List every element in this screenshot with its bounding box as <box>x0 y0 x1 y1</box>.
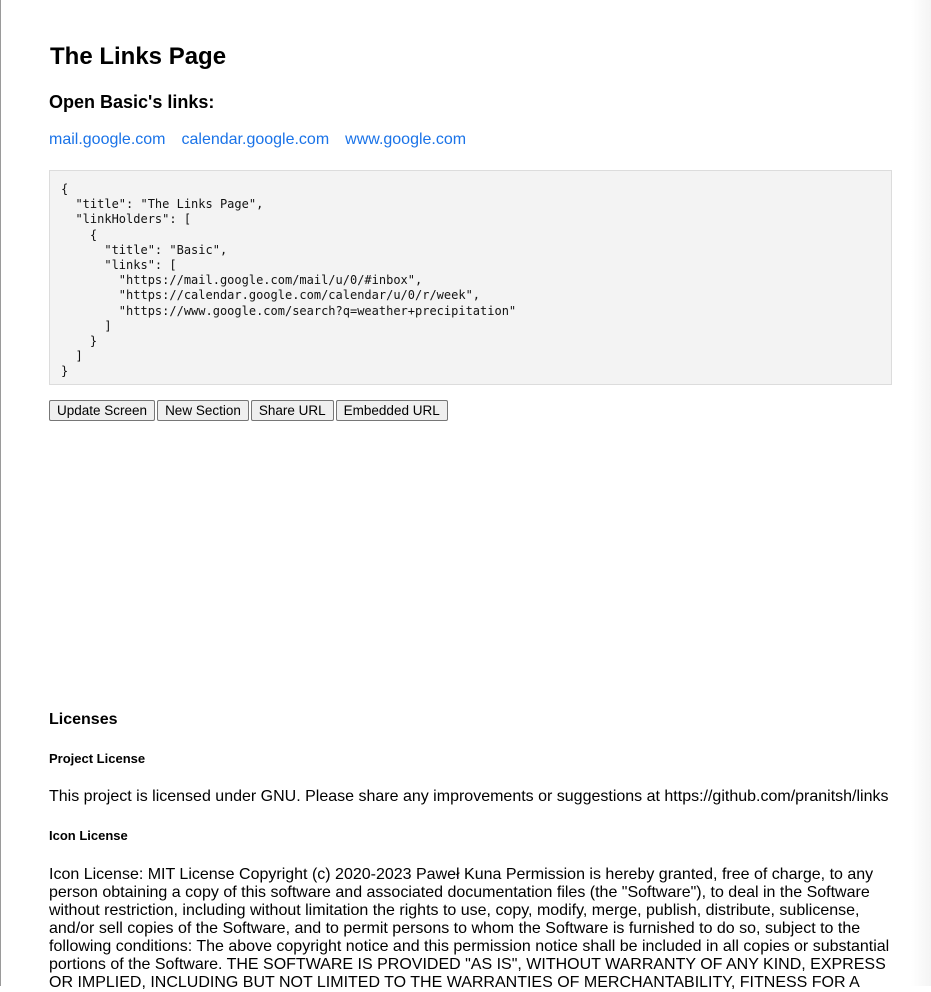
page-title: The Links Page <box>50 43 227 70</box>
link-calendar[interactable]: calendar.google.com <box>182 131 330 148</box>
icon-license-text: Icon License: MIT License Copyright (c) … <box>49 866 890 991</box>
button-row: Update Screen New Section Share URL Embedde… <box>49 400 450 421</box>
update-screen-button[interactable]: Update Screen <box>49 400 156 421</box>
section-title: Open Basic's links: <box>49 92 215 112</box>
licenses-heading: Licenses <box>49 711 118 728</box>
links-row: mail.google.com calendar.google.com www.go… <box>49 130 482 150</box>
link-mail[interactable]: mail.google.com <box>49 131 166 148</box>
config-json-editor[interactable]: { "title": "The Links Page", "linkHolder… <box>49 170 892 385</box>
link-google[interactable]: www.google.com <box>345 131 466 148</box>
icon-license-heading: Icon License <box>49 828 128 843</box>
window-left-border <box>0 0 1 986</box>
share-url-button[interactable]: Share URL <box>250 400 334 421</box>
scrollbar-track[interactable] <box>911 0 931 986</box>
new-section-button[interactable]: New Section <box>157 400 249 421</box>
project-license-text: This project is licensed under GNU. Plea… <box>49 788 889 805</box>
project-license-heading: Project License <box>49 751 146 766</box>
embedded-url-button[interactable]: Embedded URL <box>335 400 448 421</box>
